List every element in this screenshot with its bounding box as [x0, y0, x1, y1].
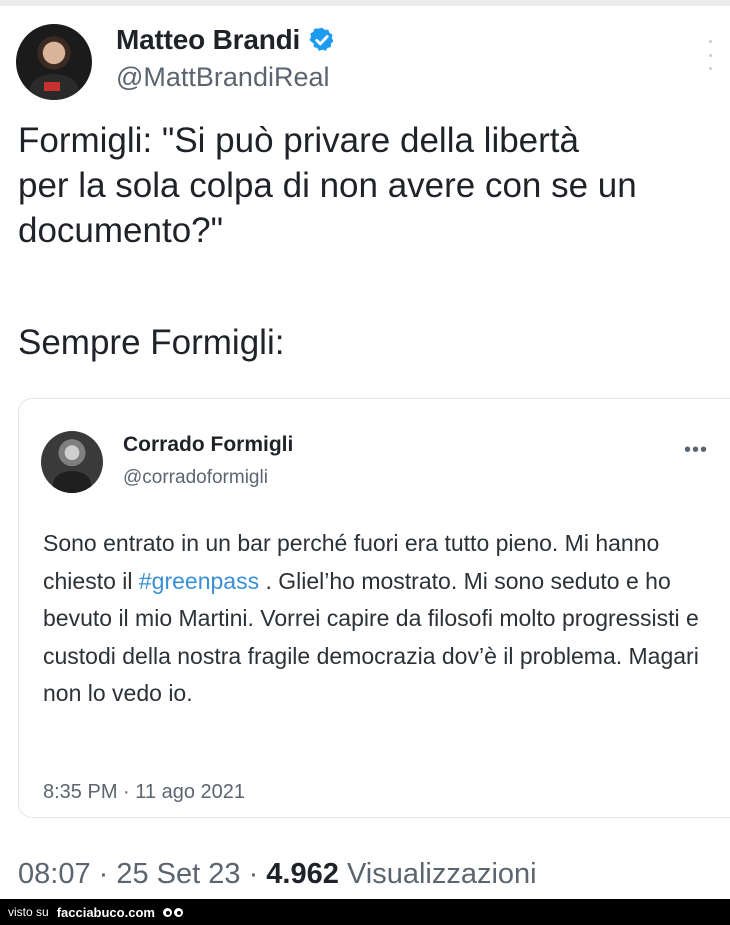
- tweet-meta: 08:07 · 25 Set 23 · 4.962 Visualizzazion…: [18, 858, 537, 890]
- verified-badge-icon: [309, 27, 334, 51]
- quoted-tweet-text: Sono entrato in un bar perché fuori era …: [43, 525, 713, 713]
- more-vertical-icon[interactable]: [706, 40, 714, 70]
- tweet-text-second: Sempre Formigli:: [18, 323, 285, 362]
- hashtag-link[interactable]: #greenpass: [139, 568, 259, 594]
- tweet-date[interactable]: 25 Set 23: [116, 858, 240, 890]
- quoted-avatar-shirt: [53, 471, 91, 493]
- author-avatar[interactable]: [16, 24, 92, 100]
- quoted-author-name[interactable]: Corrado Formigli: [123, 433, 293, 457]
- author-name[interactable]: Matteo Brandi: [116, 24, 300, 56]
- tweet-time[interactable]: 08:07: [18, 858, 91, 890]
- visto-su-label: visto su: [8, 905, 49, 919]
- more-horizontal-icon[interactable]: •••: [684, 439, 708, 462]
- top-edge: [0, 0, 730, 6]
- views-count: 4.962: [266, 858, 339, 890]
- watermark-footer: visto su facciabuco.com: [0, 899, 730, 925]
- author-name-row: Matteo Brandi: [116, 24, 336, 56]
- views-label: Visualizzazioni: [346, 858, 537, 890]
- tweet-header: Matteo Brandi @MattBrandiReal: [16, 22, 714, 102]
- author-handle[interactable]: @MattBrandiReal: [116, 62, 330, 93]
- avatar-badge: [44, 82, 60, 91]
- site-logo-text[interactable]: facciabuco.com: [57, 905, 155, 920]
- eyes-logo-icon: [162, 907, 183, 917]
- quoted-tweet-card[interactable]: Corrado Formigli @corradoformigli ••• So…: [18, 398, 730, 818]
- quoted-author-avatar[interactable]: [41, 431, 103, 493]
- quoted-author-handle[interactable]: @corradoformigli: [123, 467, 268, 489]
- quoted-tweet-timestamp[interactable]: 8:35 PM · 11 ago 2021: [43, 781, 245, 804]
- tweet-text: Formigli: "Si può privare della libertà …: [18, 121, 637, 250]
